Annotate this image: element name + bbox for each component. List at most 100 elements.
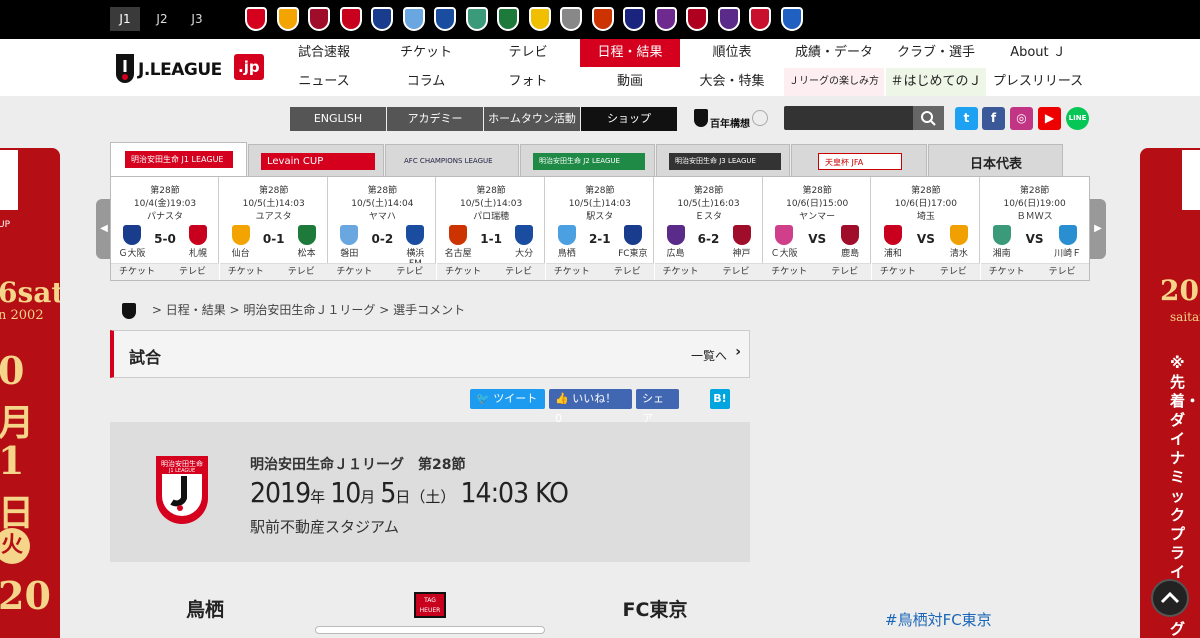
club-crest-icon[interactable] bbox=[623, 7, 645, 31]
ticket-link[interactable]: チケット bbox=[554, 264, 590, 281]
match-item[interactable]: 第28節 10/6(日)19:00 ＢＭＷス VS 湘南 川崎Ｆ チケット テレビ bbox=[980, 177, 1089, 281]
tab-levain-cup[interactable]: Levain CUP bbox=[248, 144, 384, 176]
nav-item[interactable]: Ｊリーグの楽しみ方 bbox=[784, 68, 884, 96]
youtube-icon[interactable]: ▶ bbox=[1038, 107, 1061, 130]
match-item[interactable]: 第28節 10/6(日)17:00 埼玉 VS 浦和 清水 チケット テレビ bbox=[871, 177, 980, 281]
twitter-icon[interactable]: t bbox=[955, 107, 978, 130]
match-item[interactable]: 第28節 10/6(日)15:00 ヤンマー VS Ｃ大阪 鹿島 チケット テレビ bbox=[763, 177, 872, 281]
club-crest-icon[interactable] bbox=[434, 7, 456, 31]
tab-j1-league[interactable]: 明治安田生命 J1 LEAGUE bbox=[110, 142, 247, 177]
club-crest-icon[interactable] bbox=[686, 7, 708, 31]
club-crest-icon[interactable] bbox=[497, 7, 519, 31]
match-item[interactable]: 第28節 10/5(土)14:03 駅スタ 2-1 鳥栖 FC東京 チケット テレビ bbox=[545, 177, 654, 281]
left-ad-banner[interactable]: UP 6sat n 2002 0 月 1 日 火 20 bbox=[0, 148, 60, 638]
match-item[interactable]: 第28節 10/5(土)14:03 ユアスタ 0-1 仙台 松本 チケット テレビ bbox=[219, 177, 328, 281]
hashtag-link[interactable]: #鳥栖対FC東京 bbox=[885, 609, 992, 630]
breadcrumb-path[interactable]: > 日程・結果 > 明治安田生命Ｊ１リーグ > 選手コメント bbox=[152, 303, 465, 317]
club-crest-icon[interactable] bbox=[276, 7, 299, 31]
club-crest-icon[interactable] bbox=[780, 7, 803, 31]
nav-item[interactable]: テレビ bbox=[478, 39, 578, 67]
ticket-link[interactable]: チケット bbox=[445, 264, 481, 281]
hatena-bookmark-button[interactable]: B! bbox=[710, 389, 730, 409]
club-crest-icon[interactable] bbox=[749, 7, 771, 31]
club-crest-icon[interactable] bbox=[308, 7, 330, 31]
facebook-icon[interactable]: f bbox=[982, 107, 1005, 130]
instagram-icon[interactable]: ◎ bbox=[1010, 107, 1033, 130]
tab-j3-league[interactable]: 明治安田生命 J3 LEAGUE bbox=[656, 144, 790, 176]
nav-item[interactable]: About Ｊ bbox=[988, 39, 1088, 67]
club-crest-icon[interactable] bbox=[339, 7, 362, 31]
nav-item[interactable]: クラブ・選手 bbox=[886, 39, 986, 67]
match-item[interactable]: 第28節10/5(土)14:04ヤマハ0-2磐田横浜FMチケットテレビ bbox=[328, 177, 437, 281]
nav-item[interactable]: 試合速報 bbox=[274, 39, 374, 67]
centennial-logo[interactable]: 百年構想 bbox=[694, 107, 770, 131]
chevron-right-icon[interactable]: › bbox=[735, 344, 741, 360]
logo-text: J.LEAGUE bbox=[138, 60, 222, 80]
search-button[interactable] bbox=[913, 106, 944, 130]
nav-item[interactable]: ニュース bbox=[274, 68, 374, 96]
tv-link[interactable]: テレビ bbox=[179, 264, 206, 281]
nav-item[interactable]: プレスリリース bbox=[988, 68, 1088, 96]
club-crest-icon[interactable] bbox=[371, 7, 393, 31]
match-item[interactable]: 第28節 10/4(金)19:03 パナスタ 5-0 Ｇ大阪 札幌 チケット テレビ bbox=[111, 177, 219, 280]
tab-japan-national-team[interactable]: 日本代表 bbox=[928, 144, 1063, 176]
division-tab-j2[interactable]: J2 bbox=[147, 7, 177, 31]
nav-item[interactable]: ＃はじめてのＪ bbox=[886, 68, 986, 96]
club-crest-icon[interactable] bbox=[560, 7, 582, 31]
club-crest-icon[interactable] bbox=[465, 7, 488, 31]
club-crest-icon[interactable] bbox=[528, 7, 551, 31]
nav-item[interactable]: 大会・特集 bbox=[682, 68, 782, 96]
club-crest-icon[interactable] bbox=[402, 7, 425, 31]
jleague-logo[interactable]: J.LEAGUE .jp bbox=[110, 52, 270, 86]
tab-emperors-cup[interactable]: 天皇杯 JFA bbox=[791, 144, 927, 176]
english-button[interactable]: ENGLISH bbox=[290, 107, 386, 131]
match-stadium[interactable]: 駅前不動産スタジアム bbox=[250, 516, 399, 537]
tv-link[interactable]: テレビ bbox=[396, 264, 423, 281]
ticket-link[interactable]: チケット bbox=[989, 264, 1025, 281]
nav-item[interactable]: コラム bbox=[376, 68, 476, 96]
club-crest-icon[interactable] bbox=[654, 7, 677, 31]
hometown-button[interactable]: ホームタウン活動 bbox=[484, 107, 580, 131]
academy-button[interactable]: アカデミー bbox=[387, 107, 483, 131]
division-tab-j1[interactable]: J1 bbox=[110, 7, 140, 31]
nav-item[interactable]: 動画 bbox=[580, 68, 680, 96]
list-link[interactable]: 一覧へ bbox=[691, 347, 727, 364]
ticket-link[interactable]: チケット bbox=[880, 264, 916, 281]
ticket-link[interactable]: チケット bbox=[771, 264, 807, 281]
division-tab-j3[interactable]: J3 bbox=[182, 7, 212, 31]
ticket-link[interactable]: チケット bbox=[228, 264, 264, 281]
line-icon[interactable]: LINE bbox=[1066, 107, 1089, 130]
tv-link[interactable]: テレビ bbox=[940, 264, 967, 281]
home-icon[interactable] bbox=[122, 302, 136, 319]
share-button[interactable]: シェア bbox=[636, 389, 679, 425]
nav-item[interactable]: フォト bbox=[478, 68, 578, 96]
home-team-name[interactable]: 鳥栖 bbox=[165, 595, 245, 622]
tv-link[interactable]: テレビ bbox=[614, 264, 641, 281]
right-ad-banner[interactable]: 2019 saitam ※先着・ダイナミックプライシング bbox=[1140, 148, 1200, 638]
nav-item[interactable]: 順位表 bbox=[682, 39, 782, 67]
back-to-top-button[interactable] bbox=[1151, 579, 1189, 617]
tab-acl[interactable]: AFC CHAMPIONS LEAGUE bbox=[385, 144, 519, 176]
tab-j2-league[interactable]: 明治安田生命 J2 LEAGUE bbox=[520, 144, 655, 176]
matches-next-arrow[interactable]: ▶ bbox=[1090, 199, 1106, 259]
shop-button[interactable]: ショップ bbox=[581, 107, 677, 131]
club-crest-icon[interactable] bbox=[717, 7, 740, 31]
tv-link[interactable]: テレビ bbox=[505, 264, 532, 281]
like-button[interactable]: 👍 いいね！ 0 bbox=[549, 389, 632, 425]
tweet-button[interactable]: 🐦 ツイート bbox=[470, 389, 545, 409]
tv-link[interactable]: テレビ bbox=[1049, 264, 1076, 281]
tv-link[interactable]: テレビ bbox=[723, 264, 750, 281]
ticket-link[interactable]: チケット bbox=[336, 264, 372, 281]
nav-item[interactable]: チケット bbox=[376, 39, 476, 67]
match-item[interactable]: 第28節 10/5(土)16:03 Ｅスタ 6-2 広島 神戸 チケット テレビ bbox=[654, 177, 763, 281]
match-item[interactable]: 第28節 10/5(土)14:03 パロ瑞穂 1-1 名古屋 大分 チケット テレビ bbox=[437, 177, 546, 281]
tv-link[interactable]: テレビ bbox=[831, 264, 858, 281]
nav-item[interactable]: 成績・データ bbox=[784, 39, 884, 67]
tv-link[interactable]: テレビ bbox=[288, 264, 315, 281]
ticket-link[interactable]: チケット bbox=[119, 264, 155, 281]
club-crest-icon[interactable] bbox=[591, 7, 614, 31]
nav-item[interactable]: 日程・結果 bbox=[580, 39, 680, 67]
ticket-link[interactable]: チケット bbox=[663, 264, 699, 281]
club-crest-icon[interactable] bbox=[245, 7, 267, 31]
away-team-name[interactable]: FC東京 bbox=[600, 595, 710, 622]
